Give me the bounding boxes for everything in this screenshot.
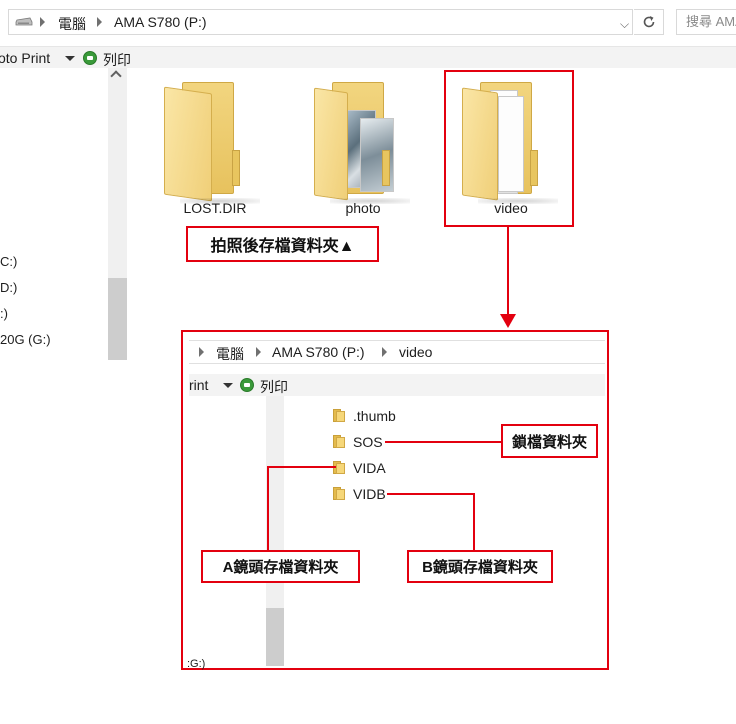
photo-folder-note: 拍照後存檔資料夾▲ xyxy=(186,226,379,262)
sos-connector-line xyxy=(385,441,502,443)
vida-connector-line xyxy=(267,466,269,552)
scrollbar-thumb[interactable] xyxy=(108,278,127,360)
nav-item-drive-c[interactable]: C:) xyxy=(0,254,17,269)
breadcrumb-separator-icon xyxy=(40,17,45,27)
folder-front xyxy=(164,86,212,202)
sos-folder-note: 鎖檔資料夾 xyxy=(501,424,598,458)
chevron-down-icon[interactable] xyxy=(65,56,75,61)
vidb-connector-line xyxy=(473,493,475,552)
arrow-down-icon xyxy=(500,314,516,328)
vida-connector-line xyxy=(267,466,336,468)
list-item-thumb[interactable]: .thumb xyxy=(353,408,396,424)
list-item-vida[interactable]: VIDA xyxy=(353,460,386,476)
breadcrumb-drive[interactable]: AMA S780 (P:) xyxy=(114,14,207,30)
folder-tab xyxy=(232,150,240,186)
list-item-sos[interactable]: SOS xyxy=(353,434,383,450)
vidb-folder-note: B鏡頭存檔資料夾 xyxy=(407,550,553,583)
folder-label-lost-dir: LOST.DIR xyxy=(183,200,247,216)
breadcrumb-separator-icon xyxy=(97,17,102,27)
drive-icon xyxy=(15,17,33,26)
inset-breadcrumb-computer[interactable]: 電腦 xyxy=(216,344,244,364)
refresh-icon xyxy=(643,16,654,28)
folder-tab xyxy=(382,150,390,186)
folder-front xyxy=(314,87,348,201)
chevron-down-icon[interactable] xyxy=(223,383,233,388)
video-highlight-box xyxy=(444,70,574,227)
connector-line xyxy=(507,226,509,316)
folder-photo[interactable] xyxy=(310,74,420,204)
search-input[interactable]: 搜尋 AMA xyxy=(676,9,736,35)
breadcrumb-computer[interactable]: 電腦 xyxy=(58,14,86,34)
breadcrumb-separator-icon xyxy=(256,347,261,357)
print-icon xyxy=(240,378,254,392)
inset-toolbar: rint 列印 xyxy=(189,374,605,396)
inset-address-bar[interactable]: 電腦 AMA S780 (P:) video xyxy=(189,340,605,364)
inset-slideshow-menu[interactable]: rint xyxy=(189,377,208,393)
folder-icon xyxy=(333,435,347,448)
list-item-vidb[interactable]: VIDB xyxy=(353,486,386,502)
scroll-up-icon[interactable] xyxy=(110,70,122,82)
breadcrumb-separator-icon xyxy=(199,347,204,357)
refresh-button[interactable] xyxy=(634,9,664,35)
address-strip: 電腦 AMA S780 (P:) ⌵ 搜尋 AMA xyxy=(0,0,736,46)
navigation-pane: C:) D:) :) 20G (G:) xyxy=(0,68,108,360)
inset-nav-item-drive-g[interactable]: :G:) xyxy=(187,658,205,670)
inset-print-button[interactable]: 列印 xyxy=(260,377,288,397)
folder-icon xyxy=(333,409,347,422)
inset-breadcrumb-video[interactable]: video xyxy=(399,344,432,360)
nav-scrollbar[interactable] xyxy=(108,68,127,360)
chevron-down-icon[interactable]: ⌵ xyxy=(620,17,629,32)
print-button[interactable]: 列印 xyxy=(103,50,131,70)
folder-label-photo: photo xyxy=(345,200,381,216)
vida-folder-note: A鏡頭存檔資料夾 xyxy=(201,550,360,583)
slideshow-menu[interactable]: oto Print xyxy=(0,50,50,66)
vidb-connector-line xyxy=(387,493,475,495)
scrollbar-thumb[interactable] xyxy=(266,608,284,666)
address-bar[interactable]: 電腦 AMA S780 (P:) ⌵ xyxy=(8,9,633,35)
folder-lost-dir[interactable] xyxy=(160,74,270,204)
inset-breadcrumb-drive[interactable]: AMA S780 (P:) xyxy=(272,344,365,360)
breadcrumb-separator-icon xyxy=(382,347,387,357)
folder-icon xyxy=(333,487,347,500)
nav-item-drive-g[interactable]: 20G (G:) xyxy=(0,332,51,347)
nav-item-drive-d[interactable]: D:) xyxy=(0,280,17,295)
print-icon xyxy=(83,51,97,65)
command-toolbar: oto Print 列印 xyxy=(0,46,736,68)
nav-item-drive[interactable]: :) xyxy=(0,306,8,321)
